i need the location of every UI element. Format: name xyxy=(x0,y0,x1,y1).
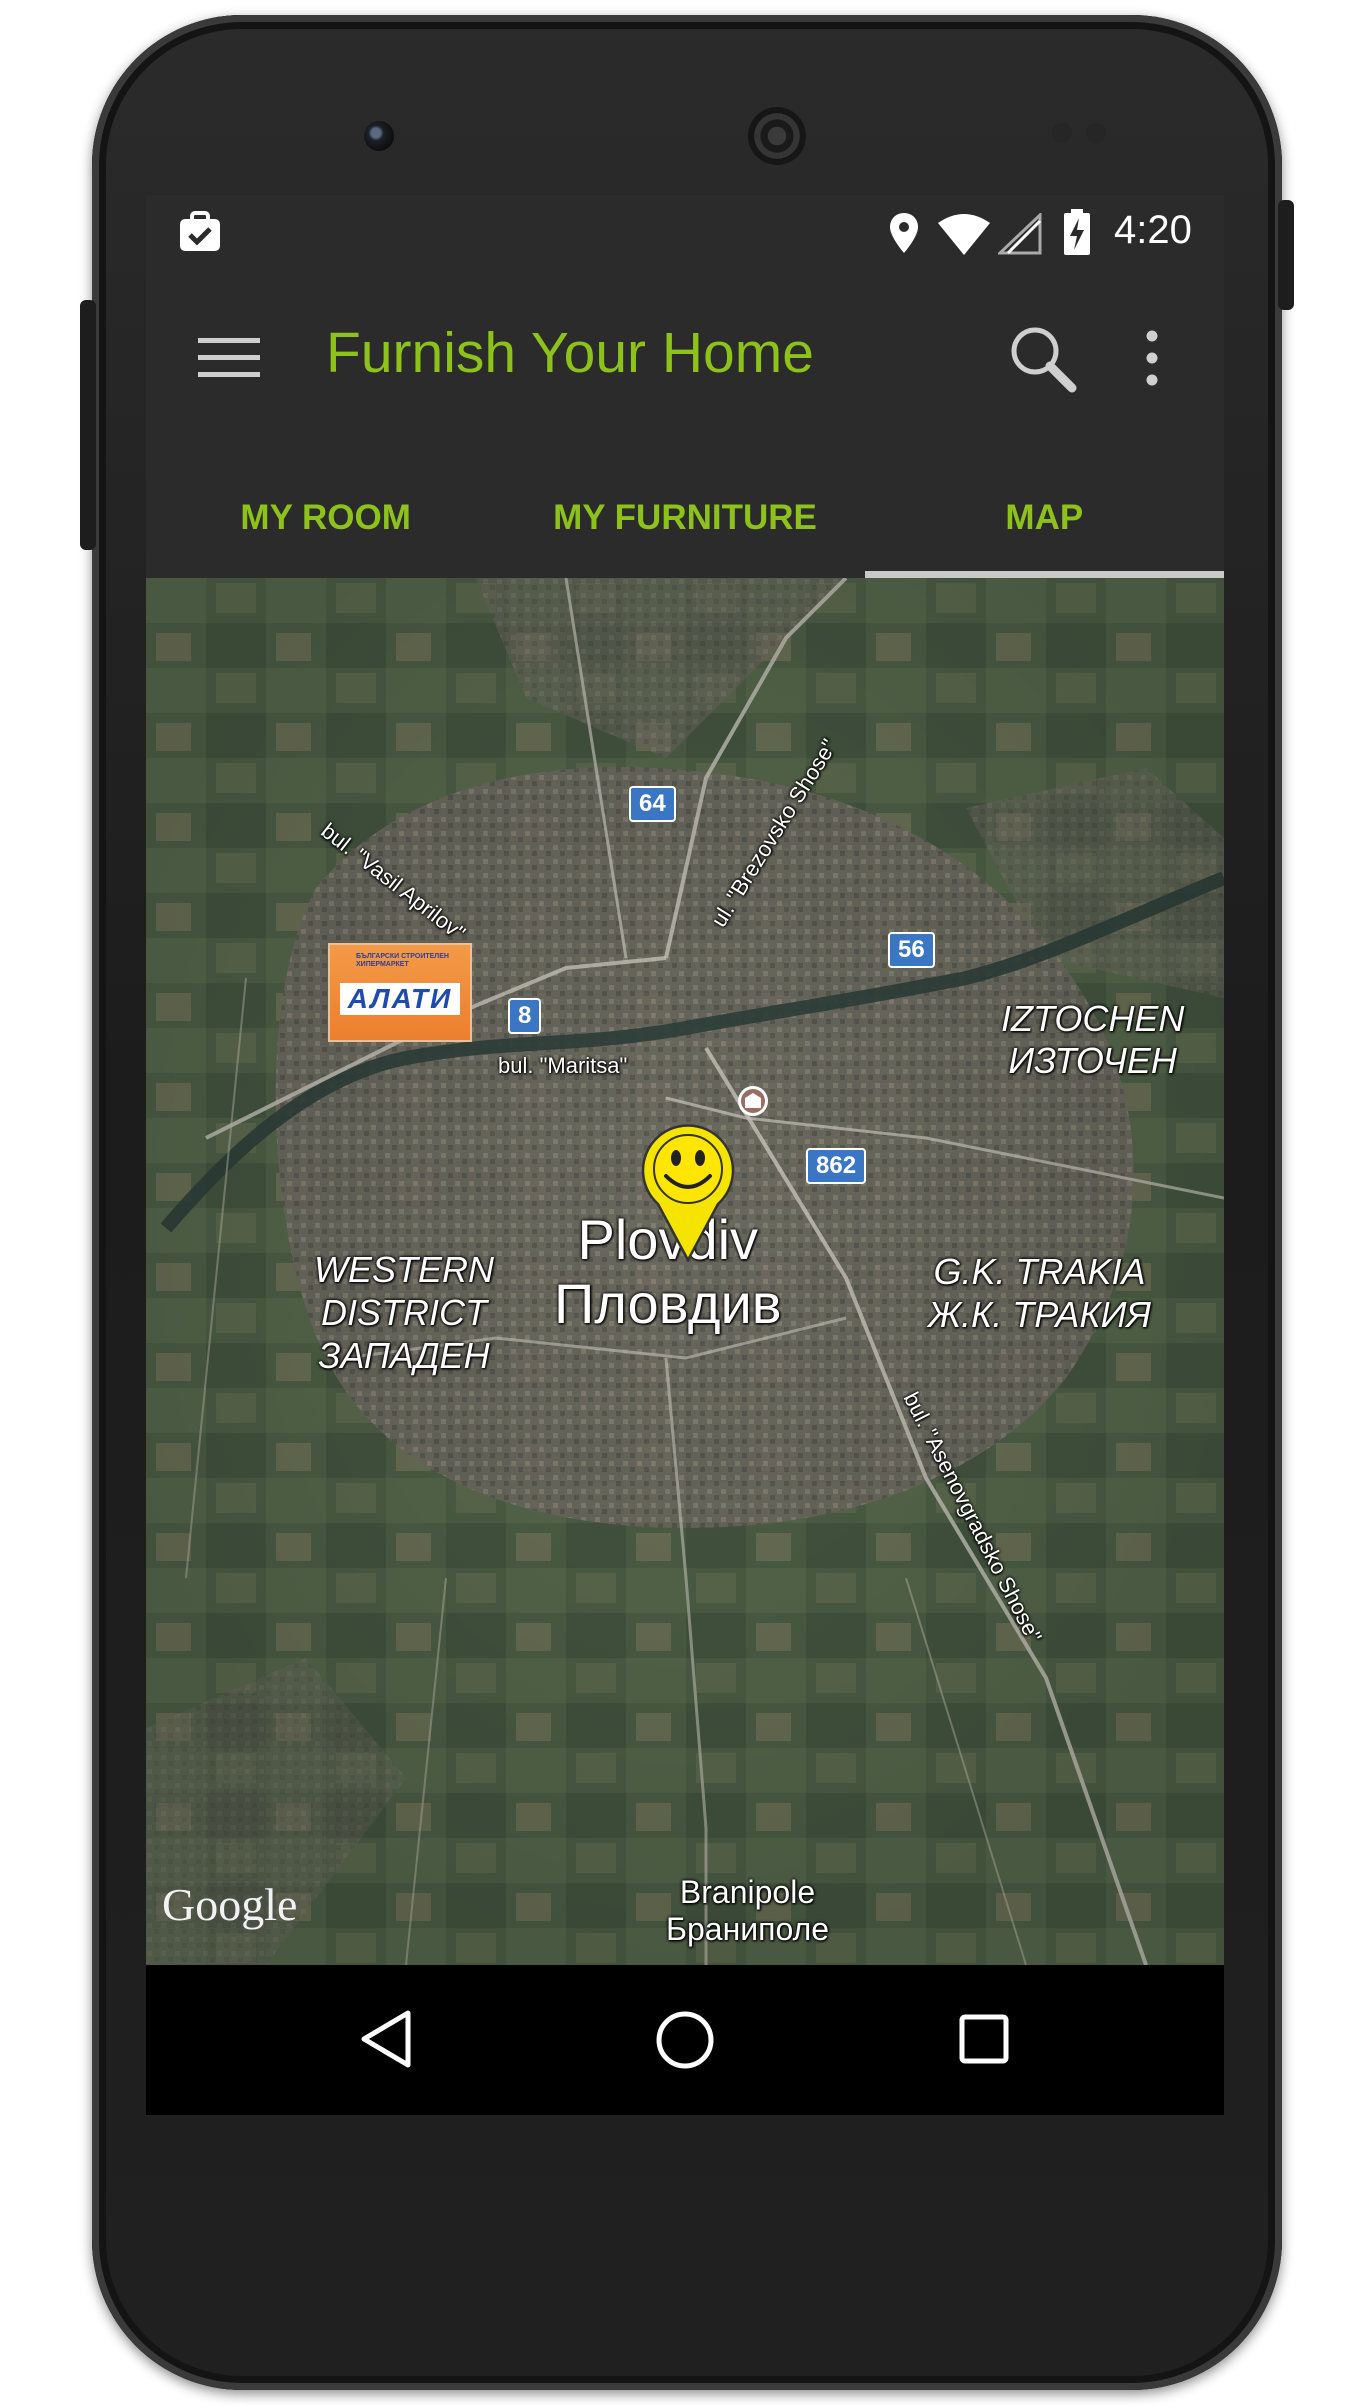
store-logo-marker[interactable]: БЪЛГАРСКИ СТРОИТЕЛЕН ХИПЕРМАРКЕТ АЛАТИ xyxy=(328,943,472,1042)
district-label-trakia: G.K. TRAKIA Ж.К. ТРАКИЯ xyxy=(928,1250,1151,1336)
district-name-latin: IZTOCHEN xyxy=(1001,998,1185,1039)
district-label-west: WESTERN DISTRICT ЗАПАДЕН xyxy=(314,1248,494,1377)
satellite-map[interactable]: bul. "Vasil Aprilov" ul. "Brezovsko Shos… xyxy=(146,578,1224,1965)
battery-charging-icon xyxy=(1064,209,1090,255)
more-vert-icon[interactable] xyxy=(1142,328,1162,388)
wifi-icon xyxy=(938,214,990,255)
city-name-cyrillic: Пловдив xyxy=(554,1272,782,1335)
store-logo-text: АЛАТИ xyxy=(340,983,460,1015)
volume-button xyxy=(80,300,96,550)
landmark-icon xyxy=(738,1086,768,1116)
route-shield: 64 xyxy=(629,786,676,822)
road-label: bul. "Maritsa" xyxy=(498,1053,628,1078)
district-label-east: IZTOCHEN ИЗТОЧЕН xyxy=(1001,998,1184,1082)
tab-label: MY FURNITURE xyxy=(553,498,817,537)
earpiece-speaker xyxy=(748,107,806,165)
screen: 4:20 Furnish Your Home MY ROOM MY FURNIT… xyxy=(146,195,1224,2115)
hamburger-menu-icon[interactable] xyxy=(198,336,260,378)
status-bar: 4:20 xyxy=(146,195,1224,270)
power-button xyxy=(1278,200,1294,310)
route-shield: 56 xyxy=(888,932,935,968)
village-label: Branipole Браниполе xyxy=(666,1874,829,1948)
smiley-pin-icon[interactable] xyxy=(638,1124,738,1264)
tab-bar: MY ROOM MY FURNITURE MAP xyxy=(146,458,1224,578)
cell-signal-icon xyxy=(998,213,1042,255)
tab-my-furniture[interactable]: MY FURNITURE xyxy=(505,458,864,578)
district-name-cyrillic: ИЗТОЧЕН xyxy=(1008,1040,1177,1081)
tab-my-room[interactable]: MY ROOM xyxy=(146,458,505,578)
district-name-latin: G.K. TRAKIA xyxy=(933,1251,1146,1292)
app-title: Furnish Your Home xyxy=(326,321,814,385)
route-shield: 862 xyxy=(806,1148,867,1184)
tab-label: MY ROOM xyxy=(240,498,411,537)
district-name-line: DISTRICT xyxy=(321,1292,487,1333)
tab-label: MAP xyxy=(1005,498,1084,537)
back-triangle-icon[interactable] xyxy=(358,2009,414,2069)
store-logo-subtext: БЪЛГАРСКИ СТРОИТЕЛЕН ХИПЕРМАРКЕТ xyxy=(356,953,449,968)
district-name-line: WESTERN xyxy=(314,1249,494,1290)
home-circle-icon[interactable] xyxy=(654,2009,716,2071)
location-icon xyxy=(890,213,918,253)
navigation-bar xyxy=(146,1965,1224,2115)
route-shield: 8 xyxy=(508,998,542,1034)
search-icon[interactable] xyxy=(1008,324,1078,394)
tab-map[interactable]: MAP xyxy=(864,458,1224,578)
clock: 4:20 xyxy=(1114,208,1192,252)
front-camera xyxy=(364,121,394,151)
app-bar: Furnish Your Home MY ROOM MY FURNITURE M… xyxy=(146,270,1224,578)
district-name-line: ЗАПАДЕН xyxy=(318,1335,490,1376)
village-name-cyrillic: Браниполе xyxy=(666,1911,830,1947)
proximity-sensor xyxy=(1052,123,1072,143)
light-sensor xyxy=(1086,123,1106,143)
google-attribution: Google xyxy=(162,1879,298,1930)
clipboard-check-icon xyxy=(180,211,220,251)
village-name-latin: Branipole xyxy=(679,1874,816,1910)
district-name-cyrillic: Ж.К. ТРАКИЯ xyxy=(928,1294,1151,1335)
recents-square-icon[interactable] xyxy=(958,2013,1010,2065)
